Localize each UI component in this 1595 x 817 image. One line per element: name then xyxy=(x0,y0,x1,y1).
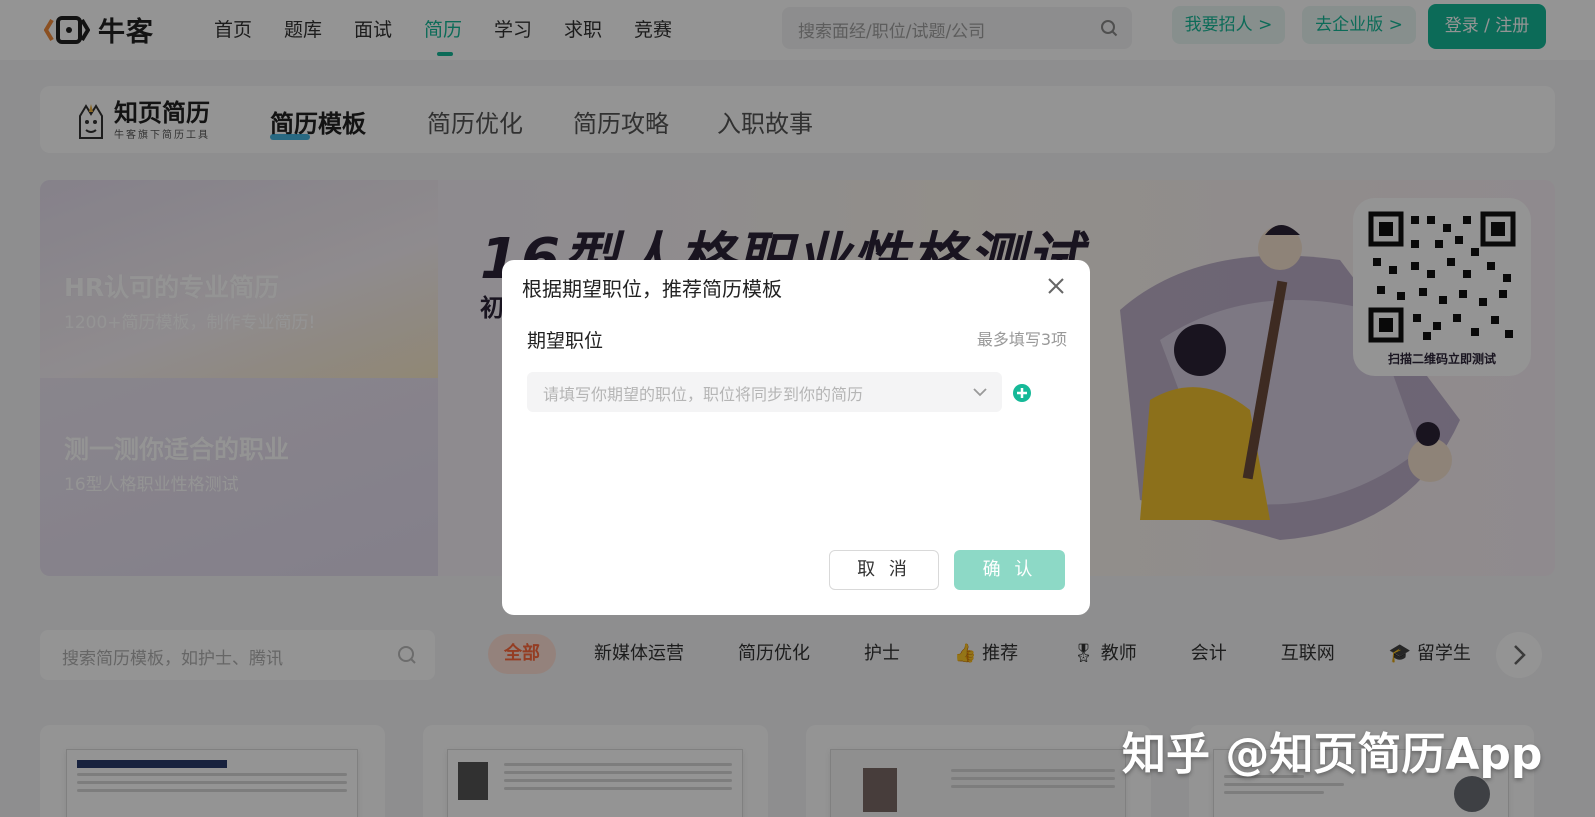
cancel-button[interactable]: 取 消 xyxy=(829,550,939,590)
add-position-button[interactable] xyxy=(1013,384,1031,402)
expected-position-label: 期望职位 xyxy=(527,330,604,352)
chevron-down-icon xyxy=(973,388,987,397)
dialog-title: 根据期望职位，推荐简历模板 xyxy=(522,277,782,301)
recommend-template-dialog: 根据期望职位，推荐简历模板 期望职位 最多填写3项 请填写你期望的职位，职位将同… xyxy=(502,260,1090,615)
position-placeholder: 请填写你期望的职位，职位将同步到你的简历 xyxy=(543,385,864,404)
plus-icon xyxy=(1017,388,1027,398)
expected-position-select[interactable]: 请填写你期望的职位，职位将同步到你的简历 xyxy=(527,372,1002,412)
close-icon[interactable] xyxy=(1044,274,1068,298)
max-items-hint: 最多填写3项 xyxy=(976,330,1067,349)
confirm-button[interactable]: 确 认 xyxy=(954,550,1065,590)
zhihu-watermark: 知乎 @知页简历App xyxy=(1122,729,1543,780)
